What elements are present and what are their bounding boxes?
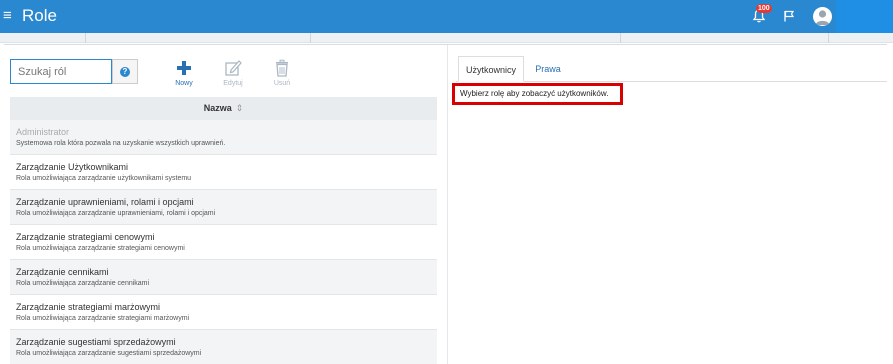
delete-role-button[interactable]: Usuń [267, 59, 297, 89]
main-content: ? Nowy Edytuj Usuń Nazwa ⇕ Administrator … [4, 44, 887, 364]
select-role-notice: Wybierz rolę aby zobaczyć użytkowników. [452, 83, 623, 105]
role-name: Zarządzanie strategiami marżowymi [16, 302, 161, 312]
notifications-badge: 100 [756, 4, 772, 13]
roles-list: Administrator Systemowa rola która pozwa… [10, 120, 437, 364]
plus-icon [177, 61, 191, 75]
page-title: Role [22, 6, 57, 25]
user-avatar[interactable] [813, 7, 832, 26]
edit-icon [225, 60, 242, 76]
role-name: Zarządzanie uprawnieniami, rolami i opcj… [16, 197, 194, 207]
edit-role-button[interactable]: Edytuj [218, 59, 248, 89]
role-description: Rola umożliwiająca zarządzanie sugestiam… [16, 350, 202, 357]
role-row-administrator[interactable]: Administrator Systemowa rola która pozwa… [10, 120, 437, 155]
role-name: Zarządzanie sugestiami sprzedażowymi [16, 337, 176, 347]
role-description: Rola umożliwiająca zarządzanie cennikami [16, 280, 150, 287]
new-role-label: Nowy [175, 80, 193, 87]
role-row[interactable]: Zarządzanie cennikami Rola umożliwiająca… [10, 260, 437, 295]
user-icon [815, 10, 830, 25]
role-row[interactable]: Zarządzanie strategiami cenowymi Rola um… [10, 225, 437, 260]
panel-divider [447, 45, 448, 364]
role-description: Systemowa rola która pozwala na uzyskani… [16, 140, 226, 147]
edit-role-label: Edytuj [223, 80, 243, 87]
background-strip [0, 33, 893, 43]
role-name: Zarządzanie strategiami cenowymi [16, 232, 155, 242]
search-roles-input[interactable] [10, 59, 112, 84]
column-header-label: Nazwa [203, 103, 232, 113]
role-description: Rola umożliwiająca zarządzanie użytkowni… [16, 175, 192, 182]
top-bar: ≡ Role 100 [0, 0, 893, 33]
trash-icon [276, 59, 288, 77]
role-description: Rola umożliwiająca zarządzanie uprawnien… [16, 210, 216, 217]
role-name: Zarządzanie cennikami [16, 267, 109, 277]
role-row[interactable]: Zarządzanie sugestiami sprzedażowymi Rol… [10, 330, 437, 364]
role-description: Rola umożliwiająca zarządzanie strategia… [16, 315, 190, 322]
detail-tabs: Użytkownicy Prawa [456, 56, 887, 82]
role-name: Administrator [16, 127, 70, 137]
role-description: Rola umożliwiająca zarządzanie strategia… [16, 245, 185, 252]
new-role-button[interactable]: Nowy [169, 59, 199, 89]
role-row[interactable]: Zarządzanie strategiami marżowymi Rola u… [10, 295, 437, 330]
sort-icon[interactable]: ⇕ [236, 103, 244, 113]
help-button[interactable]: ? [112, 59, 138, 84]
user-menu[interactable] [836, 0, 893, 33]
role-row[interactable]: Zarządzanie uprawnieniami, rolami i opcj… [10, 190, 437, 225]
role-name: Zarządzanie Użytkownikami [16, 162, 129, 172]
help-icon: ? [120, 66, 130, 77]
hamburger-menu-icon[interactable]: ≡ [3, 6, 12, 26]
role-row[interactable]: Zarządzanie Użytkownikami Rola umożliwia… [10, 155, 437, 190]
column-header-name[interactable]: Nazwa ⇕ [10, 97, 437, 120]
tab-permissions[interactable]: Prawa [528, 56, 568, 82]
flag-icon[interactable] [783, 10, 795, 22]
tab-users[interactable]: Użytkownicy [458, 56, 524, 82]
delete-role-label: Usuń [273, 80, 291, 87]
